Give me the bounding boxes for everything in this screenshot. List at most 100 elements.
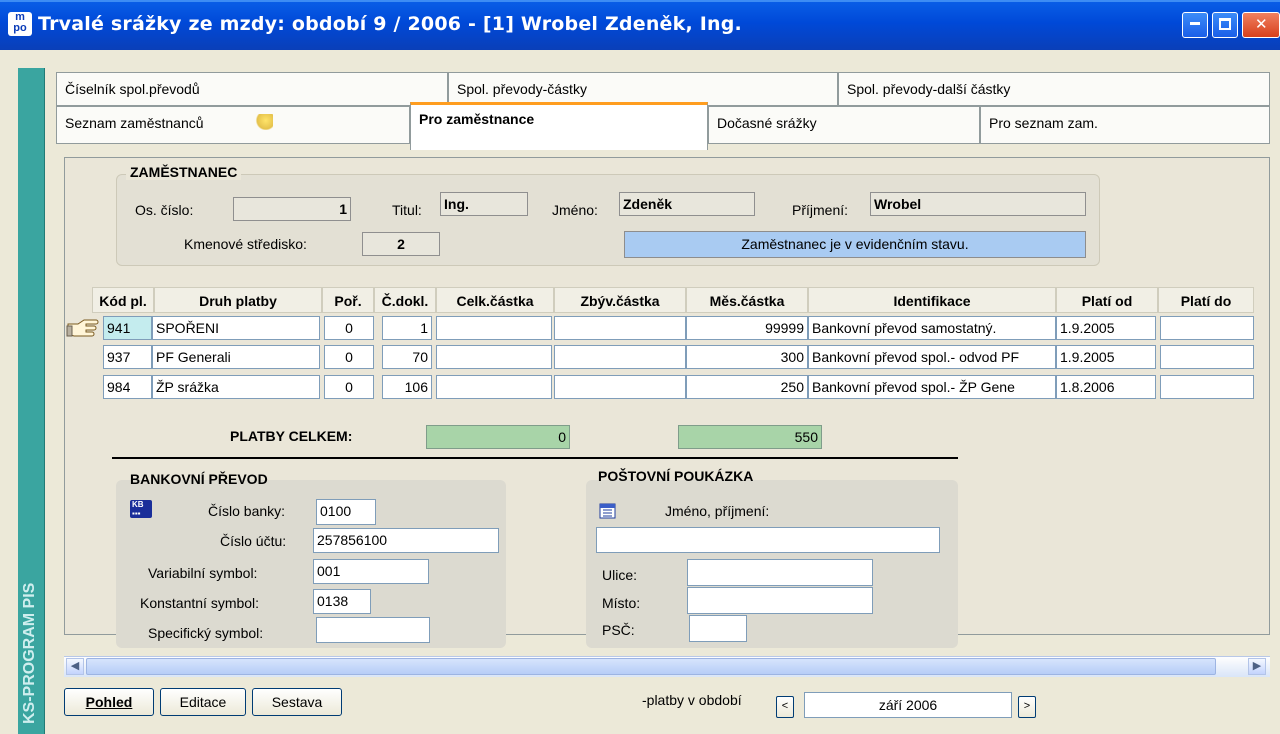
tab-spol-prevody-dalsi-castky[interactable]: Spol. převody-další částky	[838, 72, 1270, 106]
prijmeni-label: Příjmení:	[792, 202, 849, 218]
do-cell[interactable]	[1160, 345, 1254, 369]
ident-cell[interactable]: Bankovní převod spol.- odvod PF	[808, 345, 1056, 369]
col-header-ident: Identifikace	[808, 287, 1056, 313]
row-pointer-hand-icon	[66, 318, 102, 338]
totals-mes-field: 550	[678, 425, 822, 449]
dokl-cell[interactable]: 1	[382, 316, 432, 340]
postal-jmeno-label: Jméno, příjmení:	[665, 503, 770, 519]
do-cell[interactable]	[1160, 316, 1254, 340]
period-next-button[interactable]: >	[1018, 696, 1036, 718]
postal-misto-field[interactable]	[687, 587, 873, 614]
cislo-banky-field[interactable]: 0100	[316, 499, 376, 525]
dokl-cell[interactable]: 70	[382, 345, 432, 369]
tab-docasne-srazky[interactable]: Dočasné srážky	[708, 106, 980, 144]
totals-divider	[112, 457, 958, 459]
variabilni-symbol-label: Variabilní symbol:	[148, 565, 258, 581]
col-header-do: Platí do	[1158, 287, 1254, 313]
specificky-symbol-label: Specifický symbol:	[148, 625, 264, 641]
variabilni-symbol-field[interactable]: 001	[313, 559, 429, 584]
celk-cell[interactable]	[436, 316, 552, 340]
ident-cell[interactable]: Bankovní převod samostatný.	[808, 316, 1056, 340]
close-button[interactable]: ✕	[1242, 12, 1280, 38]
postal-calendar-icon	[598, 500, 618, 520]
sparkle-icon	[255, 114, 273, 130]
col-header-celk: Celk.částka	[436, 287, 554, 313]
period-label: -platby v období	[642, 692, 742, 708]
zbyv-cell[interactable]	[554, 316, 686, 340]
os-cislo-field[interactable]: 1	[233, 197, 351, 221]
od-cell[interactable]: 1.9.2005	[1056, 345, 1156, 369]
col-header-druh: Druh platby	[154, 287, 322, 313]
tab-seznam-zamestnancu[interactable]: Seznam zaměstnanců	[56, 106, 410, 144]
postal-jmeno-field[interactable]	[596, 527, 940, 553]
postal-ulice-field[interactable]	[687, 559, 873, 586]
title-bar[interactable]: m po Trvalé srážky ze mzdy: období 9 / 20…	[0, 0, 1280, 50]
postal-psc-field[interactable]	[689, 615, 747, 642]
tab-spol-prevody-castky[interactable]: Spol. převody-částky	[448, 72, 838, 106]
col-header-mes: Měs.částka	[686, 287, 808, 313]
totals-label: PLATBY CELKEM:	[230, 428, 353, 444]
por-cell[interactable]: 0	[324, 375, 374, 399]
dokl-cell[interactable]: 106	[382, 375, 432, 399]
period-field[interactable]: září 2006	[804, 692, 1012, 718]
os-cislo-label: Os. číslo:	[135, 202, 194, 218]
kod-cell[interactable]: 941	[103, 316, 152, 340]
por-cell[interactable]: 0	[324, 345, 374, 369]
zbyv-cell[interactable]	[554, 375, 686, 399]
bank-transfer-title: BANKOVNÍ PŘEVOD	[130, 471, 268, 487]
scrollbar-thumb[interactable]	[86, 658, 1216, 675]
col-header-zbyv: Zbýv.částka	[554, 287, 686, 313]
side-brand-label: KS-PROGRAM PIS	[21, 582, 38, 724]
col-header-dokl: Č.dokl.	[374, 287, 436, 313]
celk-cell[interactable]	[436, 345, 552, 369]
jmeno-field[interactable]: Zdeněk	[619, 192, 755, 216]
druh-cell[interactable]: ŽP srážka	[152, 375, 320, 399]
postal-ulice-label: Ulice:	[602, 567, 638, 583]
jmeno-label: Jméno:	[552, 202, 598, 218]
kod-cell[interactable]: 984	[103, 375, 152, 399]
editace-button[interactable]: Editace	[160, 688, 246, 716]
prijmeni-field[interactable]: Wrobel	[870, 192, 1086, 216]
bank-transfer-group	[116, 480, 506, 648]
cislo-banky-label: Číslo banky:	[208, 503, 286, 519]
window-title: Trvalé srážky ze mzdy: období 9 / 2006 -…	[38, 13, 742, 35]
ident-cell[interactable]: Bankovní převod spol.- ŽP Gene	[808, 375, 1056, 399]
mes-cell[interactable]: 300	[686, 345, 808, 369]
celk-cell[interactable]	[436, 375, 552, 399]
col-header-kod: Kód pl.	[92, 287, 154, 313]
employee-section-title: ZAMĚSTNANEC	[126, 164, 242, 180]
minimize-button[interactable]	[1182, 12, 1208, 38]
od-cell[interactable]: 1.9.2005	[1056, 316, 1156, 340]
totals-celk-field: 0	[426, 425, 570, 449]
druh-cell[interactable]: SPOŘENI	[152, 316, 320, 340]
cislo-uctu-label: Číslo účtu:	[220, 533, 287, 549]
tab-ciselnik-spol-prevodu[interactable]: Číselník spol.převodů	[56, 72, 448, 106]
sestava-button[interactable]: Sestava	[252, 688, 342, 716]
mes-cell[interactable]: 250	[686, 375, 808, 399]
tab-pro-zamestnance[interactable]: Pro zaměstnance	[410, 102, 708, 150]
specificky-symbol-field[interactable]	[316, 617, 430, 643]
app-logo-icon[interactable]: m po	[8, 12, 32, 36]
side-brand-strip: KS-PROGRAM PIS	[18, 68, 45, 734]
maximize-button[interactable]	[1212, 12, 1238, 38]
konstantni-symbol-field[interactable]: 0138	[313, 589, 371, 614]
scroll-right-arrow-icon[interactable]: ▶	[1248, 658, 1266, 675]
por-cell[interactable]: 0	[324, 316, 374, 340]
col-header-por: Poř.	[322, 287, 374, 313]
cislo-uctu-field[interactable]: 257856100	[313, 528, 499, 553]
mes-cell[interactable]: 99999	[686, 316, 808, 340]
od-cell[interactable]: 1.8.2006	[1056, 375, 1156, 399]
pohled-button[interactable]: Pohled	[64, 688, 154, 716]
stredisko-field[interactable]: 2	[362, 232, 440, 256]
kod-cell[interactable]: 937	[103, 345, 152, 369]
period-prev-button[interactable]: <	[776, 696, 794, 718]
do-cell[interactable]	[1160, 375, 1254, 399]
main-window: m po Trvalé srážky ze mzdy: období 9 / 20…	[0, 0, 1280, 734]
titul-field[interactable]: Ing.	[440, 192, 528, 216]
zbyv-cell[interactable]	[554, 345, 686, 369]
scroll-left-arrow-icon[interactable]: ◀	[66, 658, 84, 675]
druh-cell[interactable]: PF Generali	[152, 345, 320, 369]
postal-order-title: POŠTOVNÍ POUKÁZKA	[598, 468, 754, 484]
employee-status-bar: Zaměstnanec je v evidenčním stavu.	[624, 231, 1086, 258]
tab-pro-seznam-zam[interactable]: Pro seznam zam.	[980, 106, 1270, 144]
